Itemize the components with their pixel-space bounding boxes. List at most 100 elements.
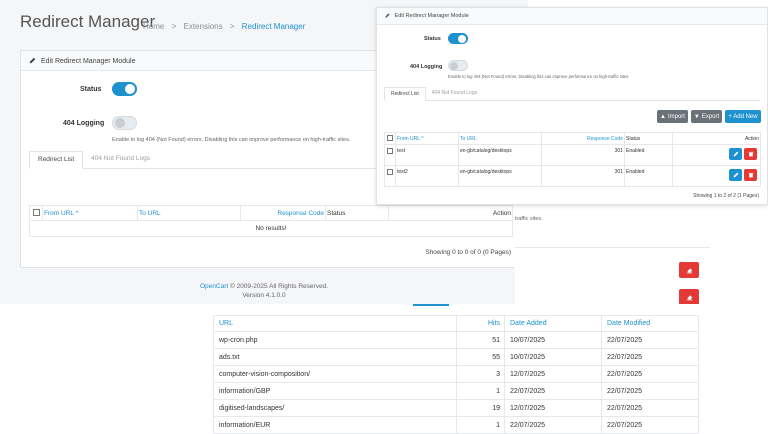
popup-status-label: Status [424,36,441,42]
popup-col-response-code[interactable]: Response Code [541,132,625,145]
table-row: computer-vision-composition/3 12/07/2025 2… [213,365,699,383]
log-date-added: 10/07/2025 [504,348,602,366]
log-url: information/EUR [213,416,457,434]
tab-404-logs[interactable]: 404 Not Found Logs [83,151,158,168]
col-response-code[interactable]: Response Code [240,205,326,221]
col-url[interactable]: URL [213,315,457,332]
log-date-modified: 22/07/2025 [601,382,699,400]
breadcrumb-current[interactable]: Redirect Manager [242,22,306,31]
popup-logging-toggle[interactable] [448,60,468,71]
row-status: Enabled [624,165,673,187]
popup-tab-redirect-list[interactable]: Redirect List [384,87,426,101]
popup-status-knob [458,34,466,43]
row-checkbox[interactable] [387,148,393,154]
row-from-url: test [395,144,459,166]
row-to-url: en-gb/catalog/desktops [458,144,542,166]
popup-select-all-cell [384,132,396,145]
col-status: Status [325,205,389,221]
log-hits: 1 [456,382,505,400]
log-hits: 51 [456,331,505,349]
pencil-icon [385,13,390,18]
row-response-code: 301 [541,144,625,166]
status-toggle-knob [125,84,135,94]
col-to-url[interactable]: To URL [137,205,241,221]
popup-module-card: Edit Redirect Manager Module Status 404 … [376,7,768,205]
popup-redirect-table: From URL ^ To URL Response Code Status A… [384,132,761,187]
add-new-button[interactable]: + Add New [725,110,761,123]
table-row: information/GBP 1 22/07/2025 22/07/2025 [213,382,699,400]
export-button[interactable]: ▼ Export [691,110,722,123]
import-button[interactable]: ▲ Import [657,110,688,123]
delete-button[interactable] [744,169,757,181]
popup-col-status: Status [624,132,673,145]
logging-toggle-knob [115,118,125,128]
page-title: Redirect Manager [20,12,156,31]
footer-brand-link[interactable]: OpenCart [200,283,228,290]
log-date-modified: 22/07/2025 [601,348,699,366]
popup-logging-label: 404 Logging [410,64,443,70]
log-date-modified: 22/07/2025 [601,399,699,417]
log-hits: 3 [456,365,505,383]
row-checkbox-cell [384,144,396,166]
col-date-modified[interactable]: Date Modified [601,315,699,332]
logs-table-header: URL Hits Date Added Date Modified [213,315,699,332]
log-hits: 55 [456,348,505,366]
pencil-icon [29,57,36,64]
col-from-url[interactable]: From URL ^ [42,205,138,221]
footer-copyright: OpenCart © 2009-2025 All Rights Reserved… [199,283,328,290]
delete-button[interactable] [744,148,757,160]
log-date-added: 10/07/2025 [504,331,602,349]
log-date-added: 22/07/2025 [504,416,602,434]
upload-icon: ▲ [660,113,666,120]
col-date-added[interactable]: Date Added [504,315,602,332]
popup-card-title: Edit Redirect Manager Module [394,13,469,19]
pencil-icon [733,151,738,157]
footer-version: Version 4.1.0.0 [242,292,286,299]
pencil-icon [733,172,738,178]
breadcrumb-home[interactable]: Home [143,22,164,31]
popup-select-all-checkbox[interactable] [387,134,393,141]
popup-tab-404-logs[interactable]: 404 Not Found Logs [426,87,483,100]
table-row: digitised-landscapes/19 12/07/2025 22/07/2… [213,399,699,417]
trash-icon [748,151,753,157]
row-actions [672,165,761,187]
delete-button-1[interactable] [679,262,699,278]
delete-button-2[interactable] [679,289,699,305]
log-url: ads.txt [213,348,457,366]
popup-status-toggle[interactable] [448,33,468,44]
footer: OpenCart © 2009-2025 All Rights Reserved… [0,283,528,299]
log-url: computer-vision-composition/ [213,365,457,383]
logs-table: URL Hits Date Added Date Modified wp-cro… [213,315,699,434]
log-url: digitised-landscapes/ [213,399,457,417]
table-row: test en-gb/catalog/desktops 301 Enabled [384,144,761,166]
log-date-added: 12/07/2025 [504,365,602,383]
popup-table-header: From URL ^ To URL Response Code Status A… [384,132,761,145]
popup-col-to-url[interactable]: To URL [458,132,542,145]
popup-table-body: test en-gb/catalog/desktops 301 Enabled test… [384,144,761,187]
log-date-modified: 22/07/2025 [601,416,699,434]
log-url: wp-cron.php [213,331,457,349]
log-hits: 19 [456,399,505,417]
select-all-checkbox[interactable] [32,208,40,216]
download-icon: ▼ [693,113,700,120]
edit-button[interactable] [729,148,742,160]
breadcrumb-extensions[interactable]: Extensions [183,22,222,31]
row-checkbox[interactable] [387,169,393,175]
row-actions [672,144,761,166]
tab-redirect-list[interactable]: Redirect List [29,151,84,169]
edit-button[interactable] [729,169,742,181]
row-from-url: test2 [395,165,459,187]
col-hits[interactable]: Hits [456,315,505,332]
logging-toggle[interactable] [112,116,137,130]
row-status: Enabled [624,144,673,166]
row-to-url: en-gb/catalog/desktops [458,165,542,187]
eraser-icon [686,294,692,300]
popup-logging-knob [450,61,458,70]
redirect-table: From URL ^ To URL Response Code Status A… [29,205,513,237]
log-url: information/GBP [213,382,457,400]
status-toggle[interactable] [112,82,137,96]
popup-pagination: Showing 1 to 2 of 2 (1 Pages) [693,193,759,199]
logs-tab-indicator [413,304,449,306]
popup-logging-help: Enable to log 404 (Not Found) errors. Di… [448,74,630,79]
popup-col-from-url[interactable]: From URL ^ [395,132,459,145]
